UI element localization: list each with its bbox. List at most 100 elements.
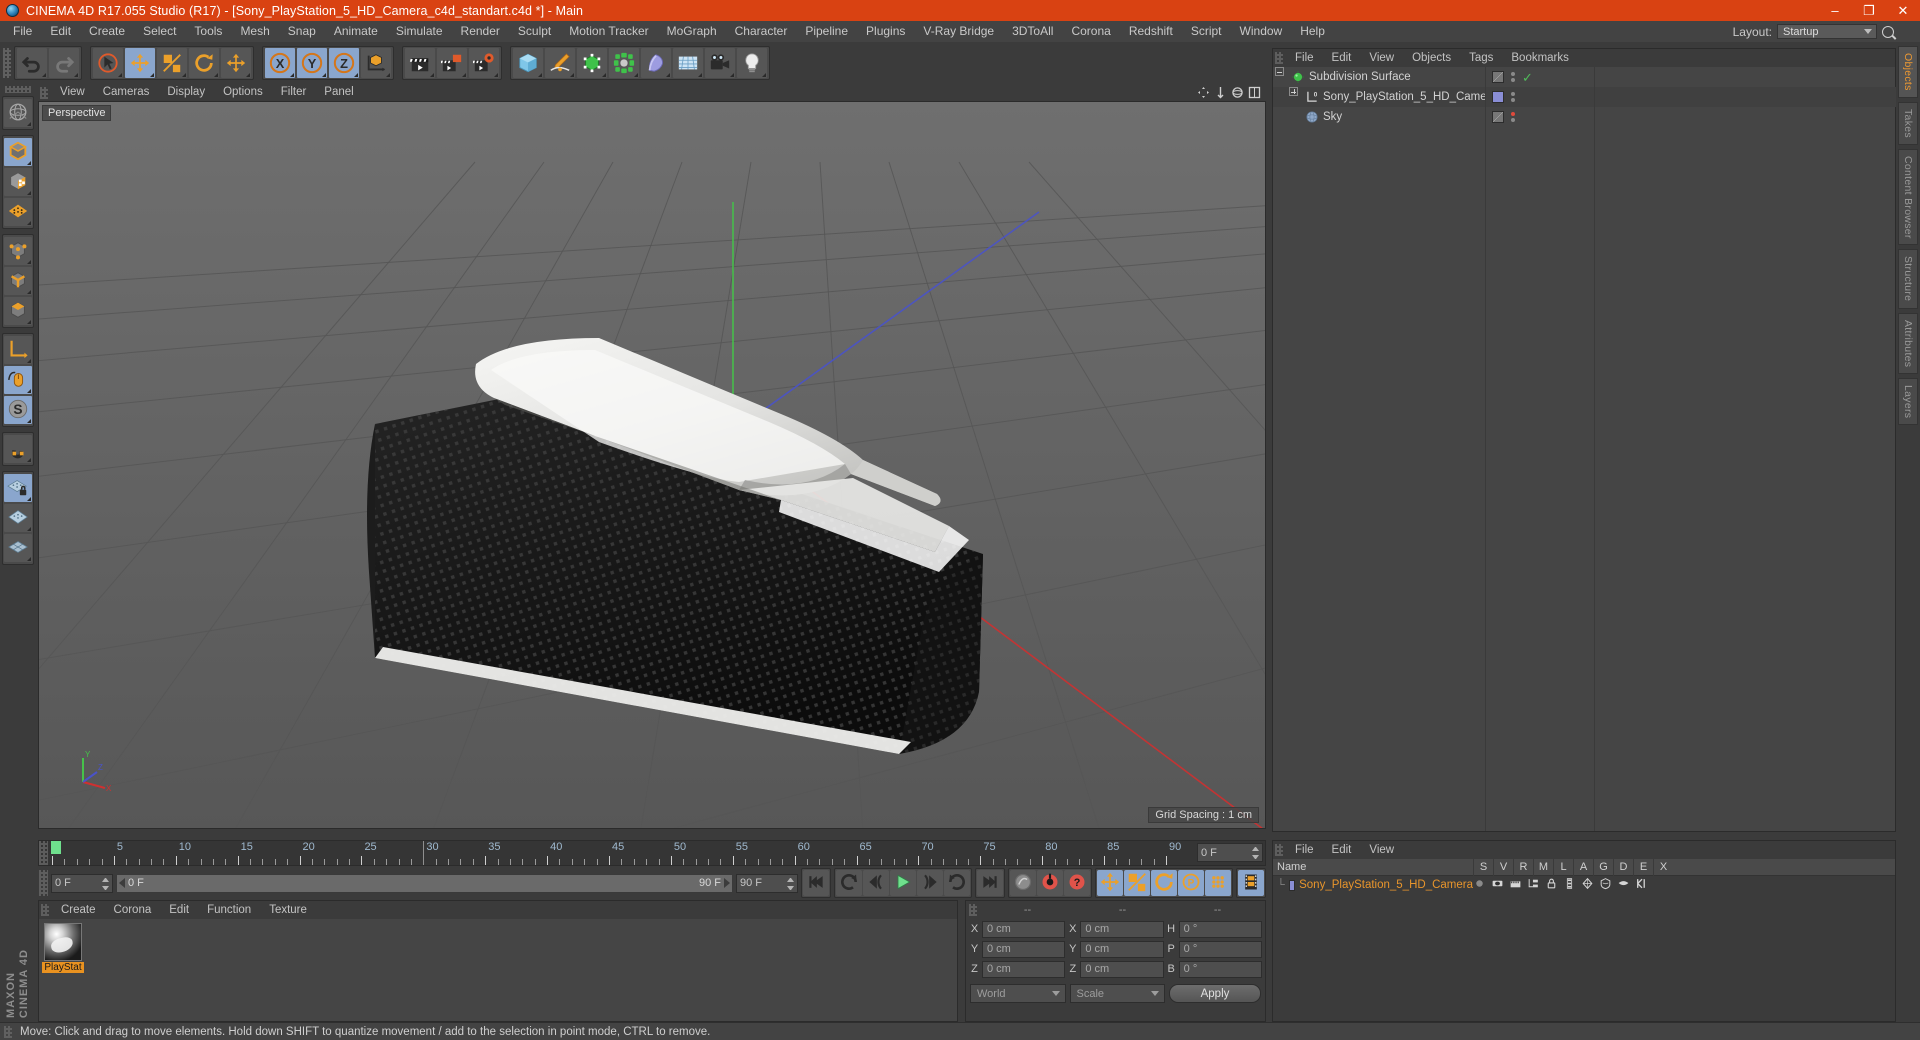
right-tab-layers[interactable]: Layers <box>1898 378 1918 426</box>
world-object-coord-button[interactable] <box>361 48 391 78</box>
edge-mode-button[interactable] <box>4 267 32 295</box>
material-menu-function[interactable]: Function <box>198 901 260 919</box>
material-sphere-icon[interactable] <box>44 923 82 961</box>
record-active-objects-button[interactable] <box>1010 870 1036 896</box>
rotation-key-button[interactable] <box>1151 870 1177 896</box>
layout-select[interactable]: Startup <box>1777 24 1877 39</box>
pan-icon[interactable] <box>1197 86 1210 99</box>
expand-corner-icon[interactable] <box>118 73 122 77</box>
keyframe-selection-button[interactable]: ? <box>1064 870 1090 896</box>
menu-item-simulate[interactable]: Simulate <box>387 21 452 42</box>
expand-corner-icon[interactable] <box>386 73 390 77</box>
layer-column-m[interactable]: M <box>1533 858 1553 876</box>
layer-column-d[interactable]: D <box>1613 858 1633 876</box>
layer-color-swatch[interactable] <box>1288 879 1296 891</box>
solo-dot-icon[interactable] <box>1473 877 1486 893</box>
viewport-menu-panel[interactable]: Panel <box>315 84 362 101</box>
menu-item-animate[interactable]: Animate <box>325 21 387 42</box>
layer-column-v[interactable]: V <box>1493 858 1513 876</box>
menu-item-snap[interactable]: Snap <box>279 21 325 42</box>
animation-icon[interactable] <box>1563 877 1576 893</box>
expand-corner-icon[interactable] <box>27 389 31 393</box>
menu-item-file[interactable]: File <box>4 21 41 42</box>
layer-menu-file[interactable]: File <box>1286 841 1323 859</box>
expand-corner-icon[interactable] <box>634 73 638 77</box>
menu-item-render[interactable]: Render <box>452 21 509 42</box>
menu-item-mograph[interactable]: MoGraph <box>658 21 726 42</box>
timeline-playhead[interactable] <box>51 841 61 854</box>
texture-mode-button[interactable] <box>4 168 32 196</box>
menu-item-create[interactable]: Create <box>80 21 134 42</box>
scale-tool-button[interactable] <box>157 48 187 78</box>
menu-item-character[interactable]: Character <box>726 21 797 42</box>
soft-selection-button[interactable]: S <box>4 396 32 424</box>
search-icon[interactable] <box>1882 25 1894 38</box>
right-tab-takes[interactable]: Takes <box>1898 101 1918 145</box>
previous-keyframe-button[interactable] <box>836 870 862 896</box>
menu-item-edit[interactable]: Edit <box>41 21 80 42</box>
undo-view-button[interactable] <box>4 99 32 127</box>
layer-column-a[interactable]: A <box>1573 858 1593 876</box>
position-key-button[interactable] <box>1097 870 1123 896</box>
object-menu-objects[interactable]: Objects <box>1403 49 1460 67</box>
expand-corner-icon[interactable] <box>27 320 31 324</box>
redo-button[interactable] <box>49 48 79 78</box>
tag-dots-icon[interactable] <box>1511 72 1515 82</box>
material-menu-corona[interactable]: Corona <box>105 901 161 919</box>
menu-item-script[interactable]: Script <box>1182 21 1231 42</box>
size-x-input[interactable]: 0 cm <box>1080 920 1164 938</box>
expand-corner-icon[interactable] <box>27 419 31 423</box>
menu-item-help[interactable]: Help <box>1291 21 1334 42</box>
object-manager-grip[interactable] <box>1275 52 1283 64</box>
expand-corner-icon[interactable] <box>27 527 31 531</box>
timeline-track[interactable]: 051015202530354045505560657075808590 <box>48 841 1193 865</box>
menu-item-window[interactable]: Window <box>1231 21 1292 42</box>
expand-icon[interactable] <box>1289 87 1298 96</box>
enable-mouse-button[interactable] <box>4 366 32 394</box>
model-mode-button[interactable] <box>4 138 32 166</box>
minimize-button[interactable]: – <box>1818 0 1852 21</box>
object-menu-tags[interactable]: Tags <box>1460 49 1502 67</box>
layer-menu-edit[interactable]: Edit <box>1323 841 1361 859</box>
generator-icon[interactable] <box>1581 877 1594 893</box>
expand-corner-icon[interactable] <box>27 557 31 561</box>
undo-button[interactable] <box>17 48 47 78</box>
expand-corner-icon[interactable] <box>27 221 31 225</box>
magnet-tool-button[interactable] <box>4 435 32 463</box>
material-menu-texture[interactable]: Texture <box>260 901 316 919</box>
expand-corner-icon[interactable] <box>74 73 78 77</box>
expand-corner-icon[interactable] <box>462 73 466 77</box>
menu-item-v-ray-bridge[interactable]: V-Ray Bridge <box>914 21 1003 42</box>
layer-menu-view[interactable]: View <box>1360 841 1403 859</box>
spinner-icon[interactable] <box>102 877 109 890</box>
position-x-input[interactable]: 0 cm <box>982 920 1066 938</box>
layer-column-s[interactable]: S <box>1473 858 1493 876</box>
expand-corner-icon[interactable] <box>182 73 186 77</box>
layer-column-g[interactable]: G <box>1593 858 1613 876</box>
layer-column-e[interactable]: E <box>1633 858 1653 876</box>
step-forward-button[interactable] <box>917 870 943 896</box>
add-spline-button[interactable] <box>545 48 575 78</box>
layer-column-name[interactable]: Name <box>1273 861 1473 873</box>
viewport-menu-display[interactable]: Display <box>158 84 214 101</box>
expand-corner-icon[interactable] <box>538 73 542 77</box>
object-menu-bookmarks[interactable]: Bookmarks <box>1502 49 1578 67</box>
add-deformer-button[interactable] <box>641 48 671 78</box>
y-axis-lock-button[interactable]: Y <box>297 48 327 78</box>
expand-corner-icon[interactable] <box>214 73 218 77</box>
expand-corner-icon[interactable] <box>150 73 154 77</box>
live-selection-button[interactable] <box>93 48 123 78</box>
expand-corner-icon[interactable] <box>27 191 31 195</box>
move-axis-button[interactable] <box>221 48 251 78</box>
layer-column-r[interactable]: R <box>1513 858 1533 876</box>
rotation-b-input[interactable]: 0 ° <box>1178 960 1262 978</box>
expand-corner-icon[interactable] <box>42 73 46 77</box>
range-left-arrow-icon[interactable] <box>119 878 125 888</box>
dolly-icon[interactable] <box>1214 86 1227 99</box>
object-row[interactable]: Subdivision Surface <box>1273 67 1485 87</box>
deformer-icon[interactable] <box>1599 877 1612 893</box>
right-tab-structure[interactable]: Structure <box>1898 249 1918 309</box>
planar-workplane-button[interactable] <box>4 534 32 562</box>
layer-row[interactable]: └ Sony_PlayStation_5_HD_Camera <box>1273 876 1895 894</box>
workplane-mode-button[interactable] <box>4 198 32 226</box>
